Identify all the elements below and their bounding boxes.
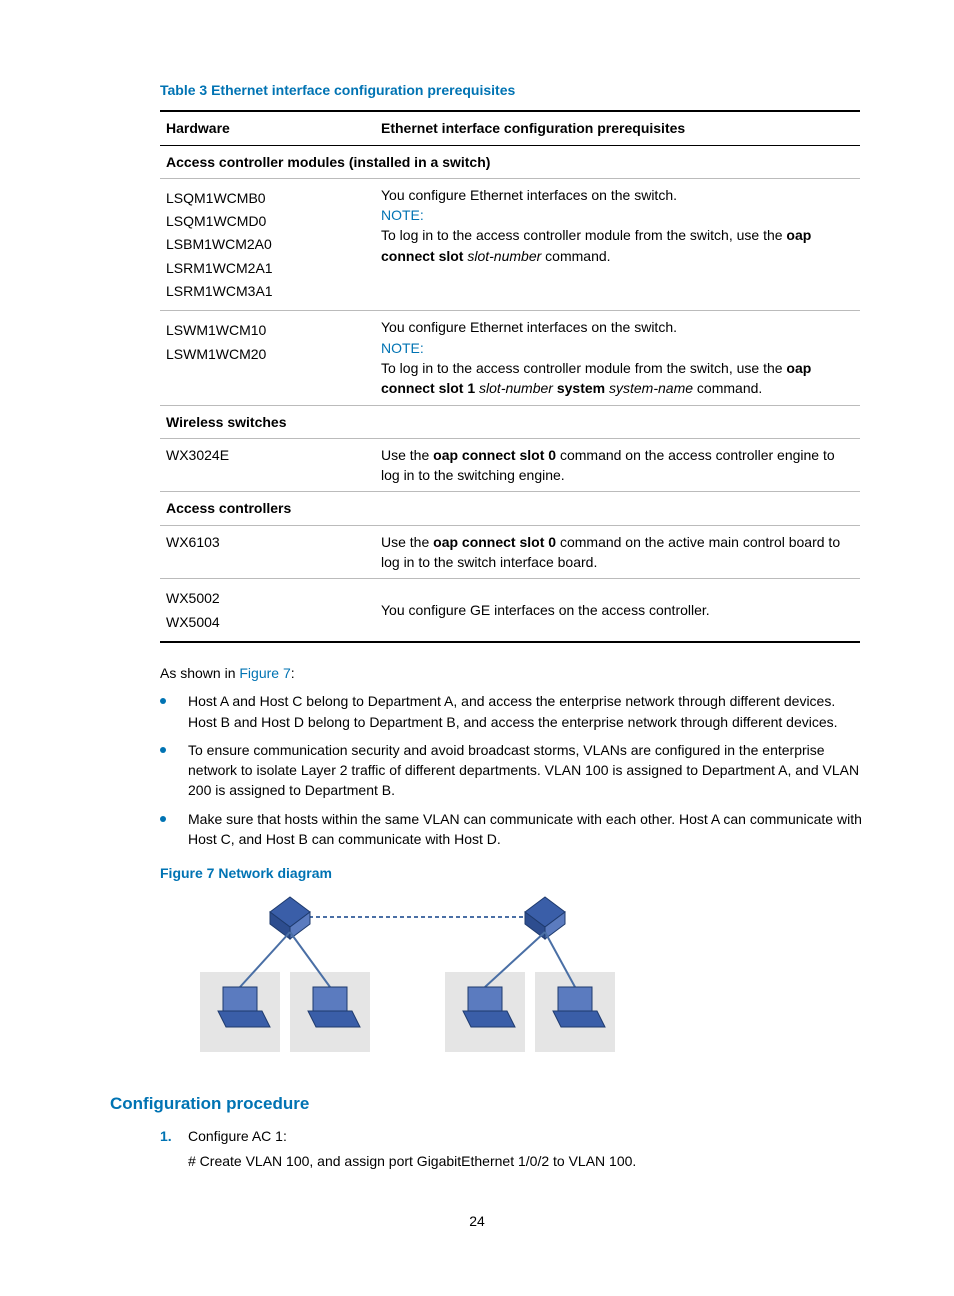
hw-item: LSQM1WCMB0 [166,188,369,208]
intro-paragraph: As shown in Figure 7: [160,663,864,683]
hw-item: WX3024E [160,438,375,492]
table-row: LSQM1WCMB0 LSQM1WCMD0 LSBM1WCM2A0 LSRM1W… [160,178,860,310]
list-item: To ensure communication security and avo… [160,740,864,801]
figure-caption: Figure 7 Network diagram [160,863,864,883]
table-caption: Table 3 Ethernet interface configuration… [160,80,864,100]
hw-item: LSBM1WCM2A0 [166,234,369,254]
section-wireless-switches: Wireless switches [160,405,860,438]
cell-text: To log in to the access controller modul… [381,358,854,399]
hw-item: LSRM1WCM2A1 [166,258,369,278]
page-number: 24 [90,1211,864,1231]
cell-text: Use the oap connect slot 0 command on th… [375,438,860,492]
table-row: WX3024E Use the oap connect slot 0 comma… [160,438,860,492]
figure-link[interactable]: Figure 7 [239,665,290,681]
cell-text: To log in to the access controller modul… [381,225,854,266]
table-row: WX6103 Use the oap connect slot 0 comman… [160,525,860,579]
hw-item: LSWM1WCM10 [166,320,369,340]
th-hardware: Hardware [160,111,375,145]
hw-item: LSWM1WCM20 [166,344,369,364]
prerequisites-table: Hardware Ethernet interface configuratio… [160,110,860,643]
bulleted-list: Host A and Host C belong to Department A… [160,691,864,849]
section-access-modules: Access controller modules (installed in … [160,145,860,178]
hw-item: LSQM1WCMD0 [166,211,369,231]
th-prereq: Ethernet interface configuration prerequ… [375,111,860,145]
table-row: WX5002 WX5004 You configure GE interface… [160,579,860,642]
step-detail: # Create VLAN 100, and assign port Gigab… [188,1151,864,1171]
cell-text: You configure Ethernet interfaces on the… [381,317,854,337]
hw-item: WX6103 [160,525,375,579]
hw-item: WX5002 [166,588,369,608]
cell-text: Use the oap connect slot 0 command on th… [375,525,860,579]
section-heading-config-procedure: Configuration procedure [110,1092,864,1117]
table-row: LSWM1WCM10 LSWM1WCM20 You configure Ethe… [160,311,860,405]
network-diagram [190,892,670,1072]
hw-item: WX5004 [166,612,369,632]
cell-text: You configure Ethernet interfaces on the… [381,185,854,205]
note-label: NOTE: [381,205,854,225]
ordered-steps: Configure AC 1: # Create VLAN 100, and a… [160,1126,864,1171]
step-item: Configure AC 1: # Create VLAN 100, and a… [160,1126,864,1171]
cell-text: You configure GE interfaces on the acces… [375,579,860,642]
list-item: Host A and Host C belong to Department A… [160,691,864,732]
list-item: Make sure that hosts within the same VLA… [160,809,864,850]
hw-item: LSRM1WCM3A1 [166,281,369,301]
section-access-controllers: Access controllers [160,492,860,525]
note-label: NOTE: [381,338,854,358]
